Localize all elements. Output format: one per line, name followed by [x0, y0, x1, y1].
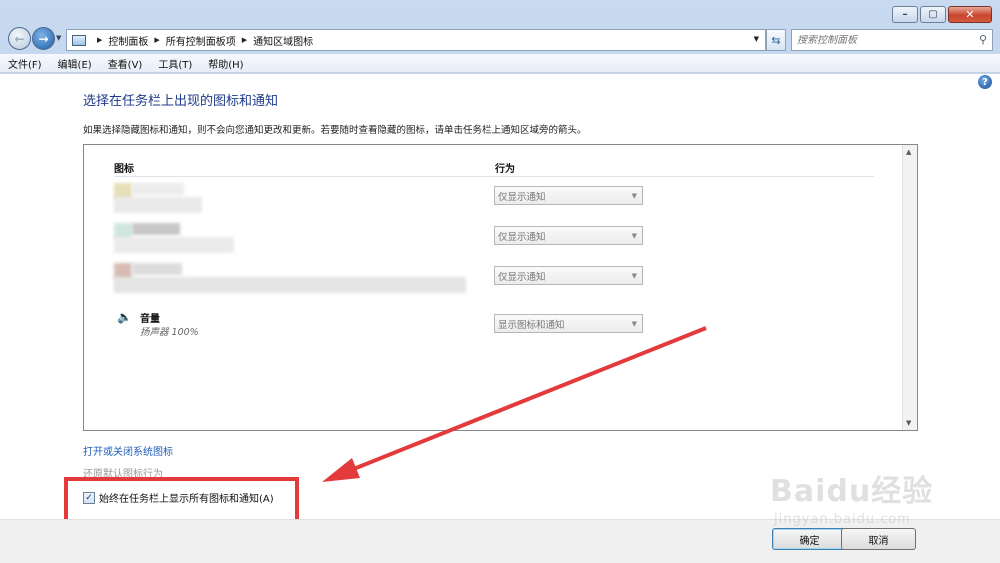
- menu-help[interactable]: 帮助(H): [208, 56, 243, 71]
- list-item: 仅显示通知 ▼: [114, 223, 874, 261]
- column-header-behavior: 行为: [495, 164, 515, 175]
- menu-tools[interactable]: 工具(T): [158, 56, 192, 71]
- scrollbar[interactable]: ▲ ▼: [902, 145, 917, 430]
- breadcrumb-control-panel[interactable]: 控制面板: [108, 33, 148, 48]
- search-icon[interactable]: ⚲: [979, 33, 987, 46]
- speaker-description: 扬声器 100%: [140, 327, 199, 338]
- minimize-button[interactable]: –: [892, 6, 918, 23]
- behavior-select[interactable]: 仅显示通知 ▼: [494, 226, 643, 245]
- breadcrumb-all-items[interactable]: 所有控制面板项: [166, 33, 236, 48]
- behavior-select-value: 仅显示通知: [498, 191, 546, 203]
- forward-arrow-icon: →: [38, 31, 49, 46]
- list-item: 仅显示通知 ▼: [114, 263, 874, 301]
- breadcrumb-separator-icon[interactable]: ▶: [97, 36, 102, 44]
- chevron-down-icon: ▼: [631, 192, 637, 200]
- watermark-url: jingyan.baidu.com: [774, 512, 911, 527]
- help-icon[interactable]: ?: [978, 75, 992, 89]
- blurred-app-desc: [114, 277, 466, 293]
- behavior-select-value: 显示图标和通知: [498, 319, 565, 331]
- control-panel-window: – ▢ ✕ ← → ▼ ▶ 控制面板 ▶ 所有控制面板项 ▶ 通知区域图标 ▼ …: [0, 0, 1000, 563]
- menu-file[interactable]: 文件(F): [8, 56, 42, 71]
- control-panel-icon: [72, 34, 86, 46]
- baidu-watermark: Baidu经验 jingyan.baidu.com: [760, 460, 980, 550]
- page-description: 如果选择隐藏图标和通知，则不会向您通知更改和更新。若要随时查看隐藏的图标，请单击…: [83, 125, 587, 136]
- blurred-app-desc: [114, 237, 234, 253]
- blurred-app-desc: [114, 197, 202, 213]
- chevron-down-icon: ▼: [631, 232, 637, 240]
- behavior-select-value: 仅显示通知: [498, 231, 546, 243]
- close-button[interactable]: ✕: [948, 6, 992, 23]
- behavior-select-value: 仅显示通知: [498, 271, 546, 283]
- blurred-app-name: [132, 223, 180, 235]
- speaker-icon: 🔈: [117, 310, 132, 324]
- title-bar: – ▢ ✕: [0, 0, 1000, 24]
- content-area: ? 选择在任务栏上出现的图标和通知 如果选择隐藏图标和通知，则不会向您通知更改和…: [0, 74, 1000, 529]
- system-icons-link[interactable]: 打开或关闭系统图标: [83, 443, 173, 458]
- behavior-select[interactable]: 仅显示通知 ▼: [494, 266, 643, 285]
- blurred-app-name: [132, 183, 184, 195]
- forward-button[interactable]: →: [32, 27, 55, 50]
- scroll-down-icon[interactable]: ▼: [906, 419, 911, 427]
- minimize-icon: –: [902, 8, 908, 20]
- scroll-up-icon[interactable]: ▲: [906, 148, 911, 156]
- caption-buttons: – ▢ ✕: [890, 6, 992, 23]
- address-dropdown-icon[interactable]: ▼: [754, 35, 759, 43]
- menu-bar: 文件(F) 编辑(E) 查看(V) 工具(T) 帮助(H): [0, 54, 1000, 73]
- refresh-button[interactable]: ⇆: [766, 29, 786, 51]
- watermark-text: Baidu经验: [770, 474, 934, 509]
- back-button[interactable]: ←: [8, 27, 31, 50]
- breadcrumb-separator-icon[interactable]: ▶: [154, 36, 159, 44]
- search-box: ⚲: [791, 29, 993, 51]
- page-title: 选择在任务栏上出现的图标和通知: [83, 94, 279, 109]
- close-icon: ✕: [965, 8, 975, 21]
- back-arrow-icon: ←: [14, 31, 25, 46]
- behavior-select[interactable]: 仅显示通知 ▼: [494, 186, 643, 205]
- maximize-icon: ▢: [928, 8, 938, 20]
- search-input[interactable]: [797, 34, 967, 46]
- notification-icons-list: 图标 行为 仅显示通知 ▼ 仅显示通知 ▼ 仅显示通知 ▼ 🔈 音量 扬声器 1…: [83, 144, 918, 431]
- blurred-app-name: [132, 263, 182, 275]
- maximize-button[interactable]: ▢: [920, 6, 946, 23]
- address-bar[interactable]: ▶ 控制面板 ▶ 所有控制面板项 ▶ 通知区域图标 ▼: [66, 29, 766, 51]
- column-header-icon: 图标: [114, 164, 134, 175]
- breadcrumb-notification-icons[interactable]: 通知区域图标: [253, 33, 313, 48]
- list-item: 仅显示通知 ▼: [114, 183, 874, 221]
- menu-view[interactable]: 查看(V): [108, 56, 143, 71]
- speaker-name: 音量: [140, 314, 160, 325]
- chevron-down-icon: ▼: [631, 320, 637, 328]
- chevron-down-icon: ▼: [631, 272, 637, 280]
- breadcrumb-separator-icon[interactable]: ▶: [242, 36, 247, 44]
- recent-pages-dropdown-icon[interactable]: ▼: [56, 34, 61, 42]
- navigation-row: ← → ▼ ▶ 控制面板 ▶ 所有控制面板项 ▶ 通知区域图标 ▼ ⇆ ⚲: [0, 24, 1000, 52]
- refresh-icon: ⇆: [771, 33, 781, 47]
- menu-edit[interactable]: 编辑(E): [58, 56, 92, 71]
- behavior-select[interactable]: 显示图标和通知 ▼: [494, 314, 643, 333]
- header-divider: [114, 176, 874, 177]
